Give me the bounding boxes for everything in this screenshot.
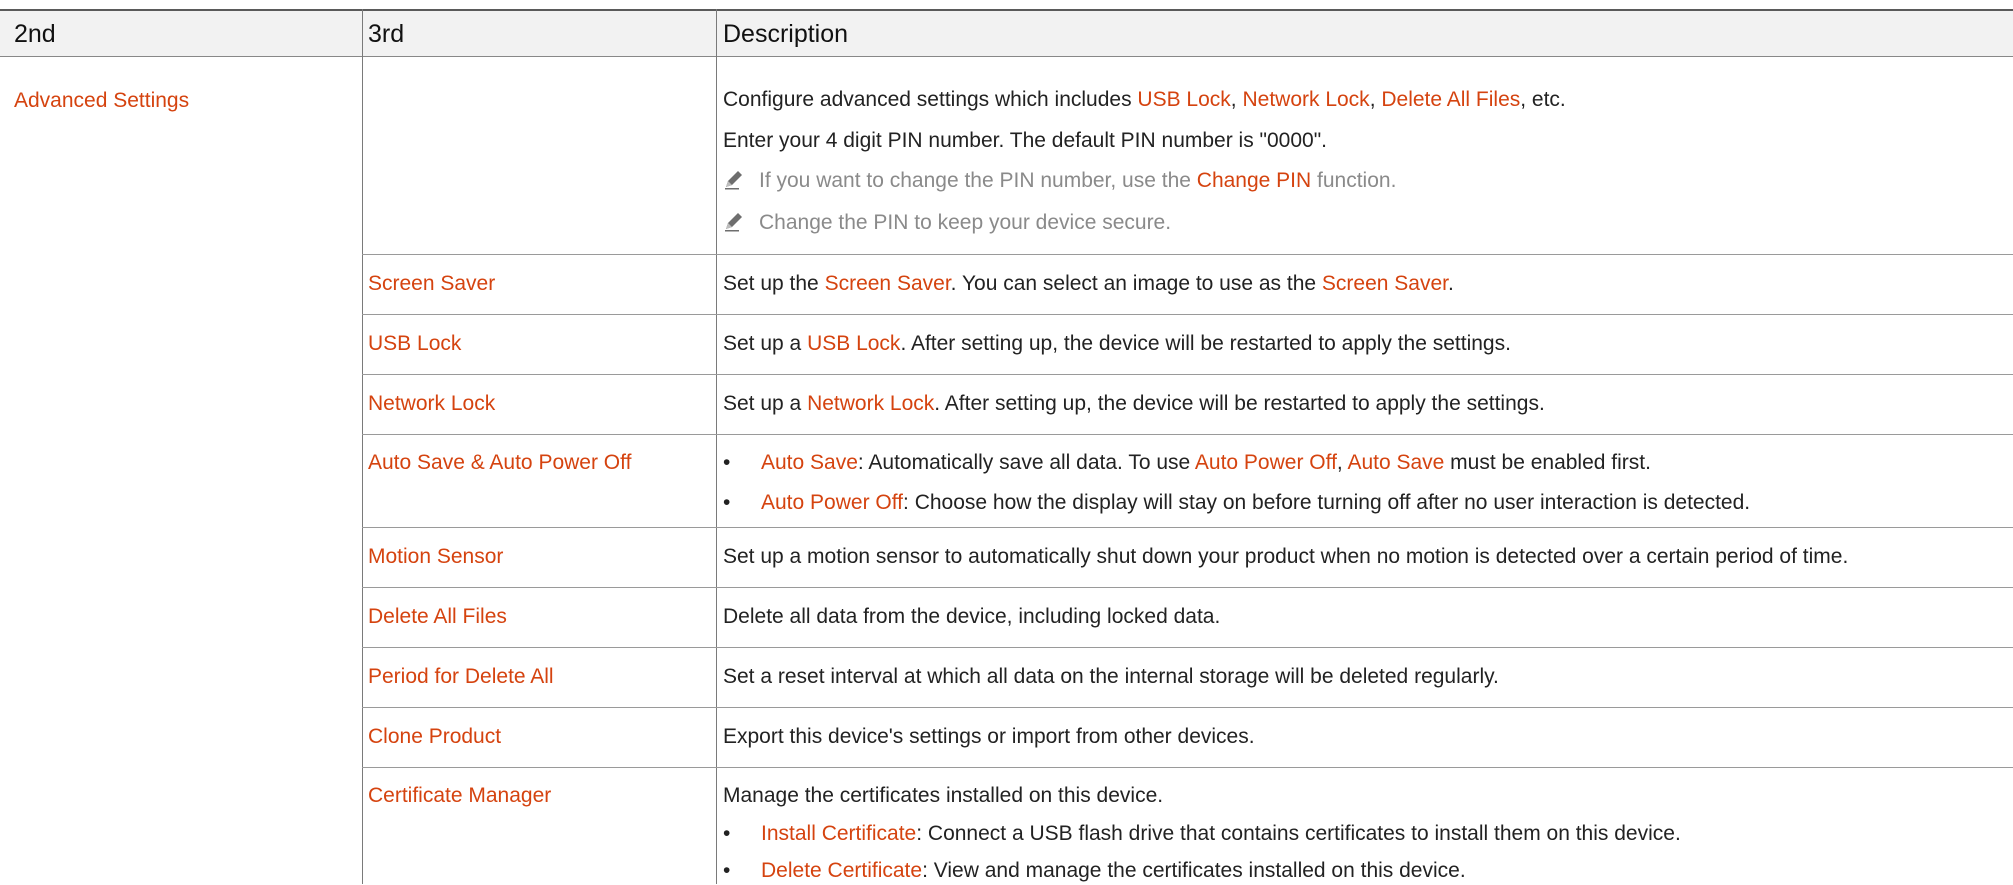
text: . After setting up, the device will be r… xyxy=(900,332,1511,355)
bullet: • xyxy=(723,822,731,845)
row-divider xyxy=(362,647,2013,648)
network-lock-link[interactable]: Network Lock xyxy=(1242,88,1369,111)
text: Set up the xyxy=(723,272,825,295)
text: : View and manage the certificates insta… xyxy=(922,859,1466,882)
period-for-delete-all-desc: Set a reset interval at which all data o… xyxy=(723,665,1499,688)
usb-lock-inline-link[interactable]: USB Lock xyxy=(807,332,900,355)
row-divider xyxy=(362,254,2013,255)
header-col-3rd: 3rd xyxy=(368,20,405,48)
delete-all-files-desc: Delete all data from the device, includi… xyxy=(723,605,1221,628)
motion-sensor-desc: Set up a motion sensor to automatically … xyxy=(723,545,1849,568)
pencil-icon xyxy=(725,171,742,190)
period-for-delete-all-link[interactable]: Period for Delete All xyxy=(368,663,554,691)
change-pin-link[interactable]: Change PIN xyxy=(1197,169,1311,192)
delete-all-files-link[interactable]: Delete All Files xyxy=(1381,88,1520,111)
screen-saver-inline-link[interactable]: Screen Saver xyxy=(825,272,951,295)
row-divider xyxy=(362,587,2013,588)
header-col-2nd: 2nd xyxy=(14,20,56,48)
text: , xyxy=(1230,88,1243,111)
certificate-manager-desc: Manage the certificates installed on thi… xyxy=(723,784,1164,807)
text: . After setting up, the device will be r… xyxy=(934,392,1545,415)
advanced-note-2: Change the PIN to keep your device secur… xyxy=(723,209,1171,237)
row-divider xyxy=(362,314,2013,315)
text: must be enabled first. xyxy=(1444,451,1651,474)
pencil-icon xyxy=(725,213,742,232)
clone-product-link[interactable]: Clone Product xyxy=(368,723,501,751)
install-certificate-link[interactable]: Install Certificate xyxy=(761,822,916,845)
screen-saver-link[interactable]: Screen Saver xyxy=(368,270,495,298)
text: , xyxy=(1369,88,1382,111)
text: , etc. xyxy=(1520,88,1566,111)
row-divider xyxy=(362,434,2013,435)
clone-product-desc: Export this device's settings or import … xyxy=(723,725,1255,748)
advanced-desc-line-1: Configure advanced settings which includ… xyxy=(723,86,1566,114)
advanced-note-1: If you want to change the PIN number, us… xyxy=(723,167,1396,195)
delete-certificate-link[interactable]: Delete Certificate xyxy=(761,859,922,882)
header-col-description: Description xyxy=(723,20,849,48)
auto-power-off-bullet: • Auto Power Off: Choose how the display … xyxy=(723,489,1750,517)
auto-power-off-inline-link[interactable]: Auto Power Off xyxy=(761,491,903,514)
text: If you want to change the PIN number, us… xyxy=(759,169,1197,192)
table-header: 2nd 3rd Description xyxy=(0,9,2013,57)
auto-save-power-off-link[interactable]: Auto Save & Auto Power Off xyxy=(368,449,631,477)
text: : Automatically save all data. To use xyxy=(857,451,1195,474)
row-divider xyxy=(362,707,2013,708)
usb-lock-desc: Set up a USB Lock. After setting up, the… xyxy=(723,330,1511,358)
text: , xyxy=(1336,451,1348,474)
row-divider xyxy=(362,767,2013,768)
row-divider xyxy=(362,374,2013,375)
column-divider xyxy=(716,9,717,884)
network-lock-desc: Set up a Network Lock. After setting up,… xyxy=(723,390,1545,418)
text: : Choose how the display will stay on be… xyxy=(903,491,1751,514)
screen-saver-inline-link[interactable]: Screen Saver xyxy=(1322,272,1448,295)
auto-power-off-inline-link[interactable]: Auto Power Off xyxy=(1195,451,1337,474)
usb-lock-row-link[interactable]: USB Lock xyxy=(368,330,461,358)
advanced-settings-link[interactable]: Advanced Settings xyxy=(14,87,189,115)
row-divider xyxy=(362,527,2013,528)
advanced-desc-line-2: Enter your 4 digit PIN number. The defau… xyxy=(723,129,1328,152)
text: : Connect a USB flash drive that contain… xyxy=(916,822,1681,845)
text: Set up a xyxy=(723,392,808,415)
bullet: • xyxy=(723,491,731,514)
column-divider xyxy=(362,9,363,884)
motion-sensor-link[interactable]: Motion Sensor xyxy=(368,543,503,571)
auto-save-inline-link[interactable]: Auto Save xyxy=(1347,451,1444,474)
text: function. xyxy=(1311,169,1397,192)
certificate-manager-link[interactable]: Certificate Manager xyxy=(368,782,551,810)
delete-all-files-row-link[interactable]: Delete All Files xyxy=(368,603,507,631)
usb-lock-link[interactable]: USB Lock xyxy=(1137,88,1230,111)
auto-save-inline-link[interactable]: Auto Save xyxy=(761,451,858,474)
network-lock-row-link[interactable]: Network Lock xyxy=(368,390,495,418)
text: Set up a xyxy=(723,332,808,355)
screen-saver-desc: Set up the Screen Saver. You can select … xyxy=(723,270,1454,298)
install-certificate-bullet: • Install Certificate: Connect a USB flas… xyxy=(723,820,1681,848)
bullet: • xyxy=(723,451,731,474)
text: . You can select an image to use as the xyxy=(950,272,1322,295)
delete-certificate-bullet: • Delete Certificate: View and manage the… xyxy=(723,857,1466,885)
text: Configure advanced settings which includ… xyxy=(723,88,1138,111)
text: Change the PIN to keep your device secur… xyxy=(759,211,1172,234)
bullet: • xyxy=(723,859,731,882)
auto-save-bullet: • Auto Save: Automatically save all data.… xyxy=(723,449,1651,477)
text: . xyxy=(1448,272,1454,295)
network-lock-inline-link[interactable]: Network Lock xyxy=(807,392,934,415)
